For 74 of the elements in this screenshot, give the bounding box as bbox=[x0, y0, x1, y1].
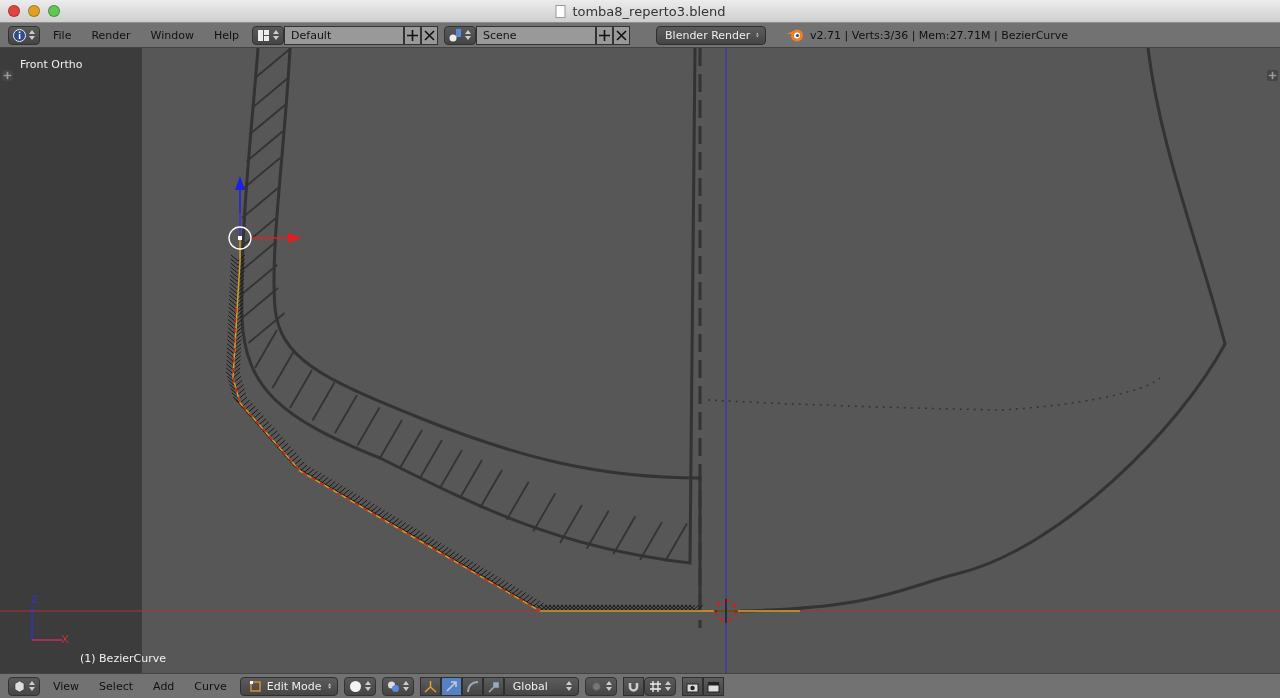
snap-element-button[interactable] bbox=[643, 676, 676, 696]
layout-icon bbox=[257, 28, 271, 42]
shading-button[interactable] bbox=[343, 676, 376, 696]
arc-icon bbox=[465, 679, 479, 693]
editor-type-button[interactable] bbox=[8, 25, 40, 45]
render-image-button[interactable] bbox=[681, 676, 703, 696]
scale-icon bbox=[486, 679, 500, 693]
close-button[interactable] bbox=[8, 5, 20, 17]
cube-icon bbox=[13, 679, 26, 693]
updown-arrows-icon bbox=[29, 680, 35, 692]
manipulator-button[interactable] bbox=[461, 676, 483, 696]
menu-item[interactable]: Curve bbox=[187, 679, 234, 693]
shapes-icon bbox=[449, 28, 463, 42]
snap-toggle-button[interactable] bbox=[622, 676, 644, 696]
menu-item[interactable]: Help bbox=[206, 28, 247, 42]
window-title: tomba8_reperto3.blend bbox=[572, 3, 726, 19]
menu-item[interactable]: Select bbox=[92, 679, 141, 693]
axes-icon bbox=[423, 679, 437, 693]
plus-icon bbox=[406, 28, 420, 42]
expand-properties-button[interactable] bbox=[1267, 70, 1278, 81]
minimize-button[interactable] bbox=[28, 5, 40, 17]
menu-item[interactable]: Render bbox=[84, 28, 138, 42]
updown-arrows-icon bbox=[664, 680, 671, 692]
info-icon bbox=[13, 28, 26, 42]
scene-field[interactable]: Scene bbox=[476, 25, 597, 45]
status-info: v2.71 | Verts:3/36 | Mem:27.71M | BezierCurve bbox=[810, 28, 1069, 42]
manipulator-button[interactable] bbox=[482, 676, 504, 696]
updown-arrows-icon bbox=[565, 680, 572, 692]
document-icon bbox=[554, 4, 568, 18]
plus-icon bbox=[598, 28, 612, 42]
manipulator-toggle-button[interactable] bbox=[419, 676, 441, 696]
menu-item[interactable]: Add bbox=[146, 679, 182, 693]
logo-icon bbox=[786, 28, 805, 42]
axis-icon bbox=[31, 595, 69, 644]
remove-button[interactable] bbox=[421, 25, 439, 45]
screen-layout-button[interactable] bbox=[252, 25, 285, 45]
updown-arrows-icon bbox=[29, 29, 35, 41]
updown-arrows-icon bbox=[273, 29, 280, 41]
render-engine-dropdown[interactable]: Blender Render bbox=[656, 25, 767, 45]
clapperboard-icon bbox=[706, 679, 720, 693]
menu-item[interactable]: View bbox=[46, 679, 87, 693]
scene-button[interactable] bbox=[444, 25, 477, 45]
orientation-dropdown[interactable]: Global bbox=[503, 676, 579, 696]
3d-viewport[interactable]: Front Ortho (1) BezierCurve bbox=[0, 48, 1280, 673]
view-name: Front Ortho bbox=[20, 58, 83, 71]
plus-icon bbox=[2, 69, 13, 82]
pivot-icon bbox=[386, 679, 400, 693]
add-button[interactable] bbox=[596, 25, 614, 45]
render-animation-button[interactable] bbox=[702, 676, 724, 696]
menu-item[interactable]: Window bbox=[143, 28, 201, 42]
updown-arrows-icon bbox=[605, 680, 612, 692]
manipulator-button[interactable] bbox=[440, 676, 462, 696]
close-icon bbox=[423, 28, 437, 42]
screen-layout-field[interactable]: Default bbox=[284, 25, 405, 45]
plus-icon bbox=[1267, 69, 1278, 82]
proportional-edit-button[interactable] bbox=[584, 676, 617, 696]
pivot-button[interactable] bbox=[381, 676, 414, 696]
sphere-icon bbox=[348, 679, 362, 693]
zoom-button[interactable] bbox=[48, 5, 60, 17]
edit-mode-icon bbox=[248, 679, 262, 693]
object-label: (1) BezierCurve bbox=[80, 652, 166, 665]
updown-arrows-icon bbox=[327, 680, 331, 692]
arrow-icon bbox=[444, 679, 458, 693]
updown-arrows-icon bbox=[465, 29, 472, 41]
grid-icon bbox=[648, 679, 662, 693]
add-button[interactable] bbox=[404, 25, 422, 45]
menu-item[interactable]: File bbox=[46, 28, 79, 42]
remove-button[interactable] bbox=[613, 25, 631, 45]
editor-type-button[interactable] bbox=[8, 676, 40, 696]
updown-arrows-icon bbox=[402, 680, 409, 692]
mode-dropdown[interactable]: Edit Mode bbox=[239, 676, 338, 696]
updown-arrows-icon bbox=[364, 680, 371, 692]
expand-toolbar-button[interactable] bbox=[2, 70, 13, 81]
close-icon bbox=[615, 28, 629, 42]
